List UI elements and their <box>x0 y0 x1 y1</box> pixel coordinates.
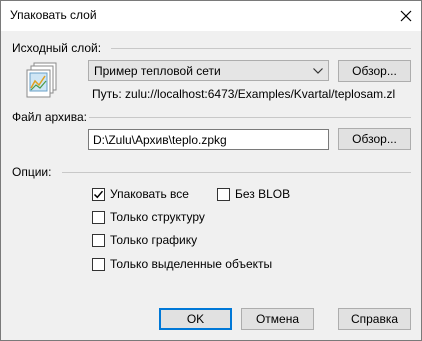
source-divider <box>111 48 411 49</box>
no-blob-box <box>217 188 230 201</box>
source-layer-value: Пример тепловой сети <box>94 64 221 78</box>
source-layer-label: Исходный слой: <box>12 41 102 55</box>
pack-all-label: Упаковать все <box>110 187 189 201</box>
structure-only-box <box>92 211 105 224</box>
checkmark-icon <box>93 190 104 199</box>
structure-only-checkbox[interactable]: Только структуру <box>92 210 222 226</box>
no-blob-checkbox[interactable]: Без BLOB <box>217 187 297 203</box>
pack-layer-dialog: Упаковать слой Исходный слой: Пример теп… <box>0 0 422 341</box>
close-icon <box>400 10 412 22</box>
graphics-only-checkbox[interactable]: Только графику <box>92 233 212 249</box>
archive-label: Файл архива: <box>12 110 87 124</box>
options-label: Опции: <box>12 165 52 179</box>
title-bar: Упаковать слой <box>1 1 421 31</box>
pack-all-checkbox[interactable]: Упаковать все <box>92 187 202 203</box>
structure-only-label: Только структуру <box>110 210 205 224</box>
ok-button[interactable]: OK <box>159 308 232 330</box>
source-browse-button[interactable]: Обзор... <box>338 60 411 82</box>
window-title: Упаковать слой <box>10 8 97 22</box>
archive-path-value: D:\Zulu\Архив\teplo.zpkg <box>93 133 227 147</box>
help-button[interactable]: Справка <box>338 308 411 330</box>
archive-path-input[interactable]: D:\Zulu\Архив\teplo.zpkg <box>88 129 329 150</box>
archive-browse-button[interactable]: Обзор... <box>338 128 411 150</box>
cancel-button[interactable]: Отмена <box>241 308 314 330</box>
layer-icon <box>25 61 61 99</box>
close-button[interactable] <box>391 1 421 31</box>
selected-only-checkbox[interactable]: Только выделенные объекты <box>92 257 272 273</box>
no-blob-label: Без BLOB <box>235 187 291 201</box>
source-path: Путь: zulu://localhost:6473/Examples/Kva… <box>92 87 396 101</box>
selected-only-box <box>92 258 105 271</box>
chevron-down-icon <box>313 68 323 74</box>
archive-divider <box>89 117 411 118</box>
graphics-only-box <box>92 234 105 247</box>
selected-only-label: Только выделенные объекты <box>110 257 273 271</box>
graphics-only-label: Только графику <box>110 233 198 247</box>
source-layer-dropdown[interactable]: Пример тепловой сети <box>88 60 329 81</box>
options-divider <box>62 172 411 173</box>
